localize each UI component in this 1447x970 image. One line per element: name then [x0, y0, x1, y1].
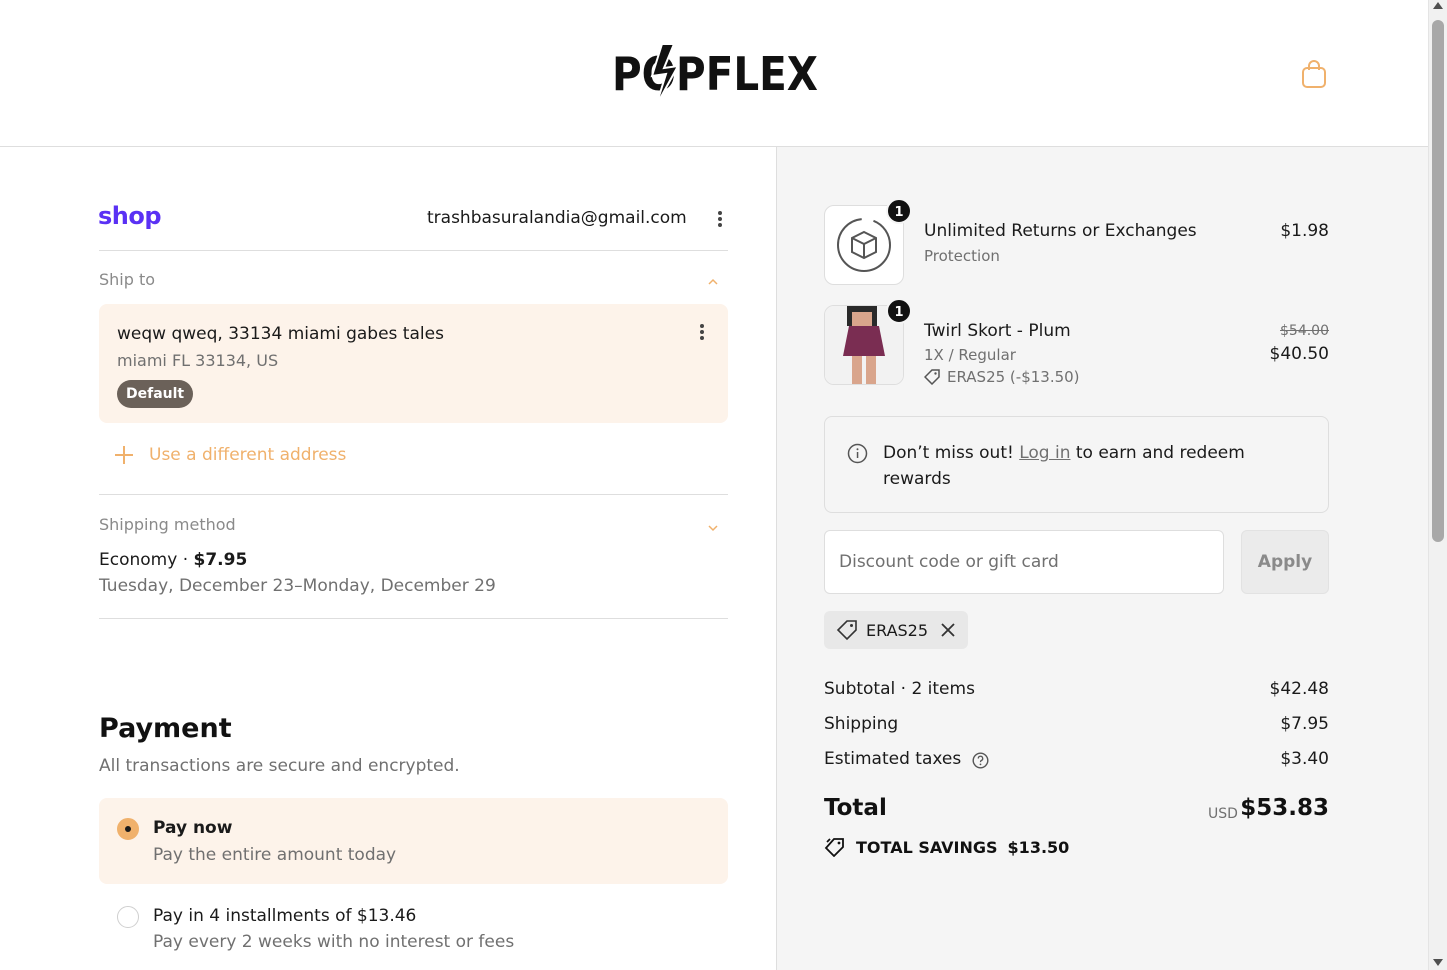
tags-icon — [824, 838, 844, 857]
order-summary: 1 Unlimited Returns or Exchanges Protect… — [777, 147, 1428, 970]
login-link[interactable]: Log in — [1019, 443, 1070, 463]
shopping-bag-icon — [1302, 60, 1326, 88]
account-email: trashbasuralandia@gmail.com — [427, 208, 687, 228]
pay-installments-title: Pay in 4 installments of $13.46 — [153, 906, 417, 926]
pay-installments-desc: Pay every 2 weeks with no interest or fe… — [153, 932, 515, 952]
item-discount-text: ERAS25 (-$13.50) — [947, 368, 1080, 386]
logo-text: POPFLEX — [612, 47, 818, 101]
shipping-label: Shipping — [824, 714, 899, 734]
divider — [99, 494, 728, 495]
item-name: Twirl Skort - Plum — [924, 321, 1071, 341]
applied-discount-code: ERAS25 — [866, 620, 929, 640]
pay-installments-radio[interactable] — [117, 906, 139, 928]
subtotal-label: Subtotal · 2 items — [824, 679, 975, 699]
pay-now-desc: Pay the entire amount today — [153, 845, 397, 865]
payment-subtitle: All transactions are secure and encrypte… — [99, 756, 460, 776]
savings-value: $13.50 — [1007, 837, 1070, 857]
rewards-banner: Don’t miss out! Log in to earn and redee… — [824, 416, 1329, 513]
applied-discount-chip: ERAS25 — [824, 611, 969, 649]
tag-icon — [836, 620, 857, 641]
item-subtitle: Protection — [924, 247, 1000, 265]
use-different-address-link[interactable]: Use a different address — [114, 443, 346, 467]
help-icon[interactable] — [972, 752, 989, 769]
item-original-price: $54.00 — [1280, 323, 1329, 339]
chevron-down-icon[interactable] — [708, 523, 718, 533]
quantity-badge: 1 — [886, 198, 912, 224]
site-header: POPFLEX — [0, 0, 1428, 147]
divider — [99, 250, 728, 251]
scroll-down-arrow-icon[interactable] — [1433, 959, 1443, 966]
pay-now-option[interactable]: Pay now Pay the entire amount today — [99, 798, 728, 884]
total-savings: TOTAL SAVINGS $13.50 — [824, 837, 1069, 857]
item-variant: 1X / Regular — [924, 346, 1016, 364]
scroll-up-arrow-icon[interactable] — [1433, 2, 1443, 9]
divider — [99, 618, 728, 619]
shipping-value: $7.95 — [1280, 714, 1329, 734]
shipping-method-name: Economy · — [99, 550, 194, 570]
apply-discount-button[interactable]: Apply — [1241, 530, 1329, 594]
cart-item: 1 Twirl Skort - Plum 1X / Regular ERAS25… — [824, 298, 1329, 386]
use-different-address-label: Use a different address — [149, 445, 347, 465]
address-line1: weqw qweq, 33134 miami gabes tales — [117, 324, 444, 344]
pay-installments-option[interactable]: Pay in 4 installments of $13.46 Pay ever… — [99, 888, 728, 968]
shipping-method-price: $7.95 — [193, 550, 248, 570]
shipping-method-value: Economy · $7.95 — [99, 550, 247, 570]
item-name: Unlimited Returns or Exchanges — [924, 221, 1197, 241]
total-currency: USD — [1208, 806, 1238, 822]
pay-now-title: Pay now — [153, 818, 233, 838]
rewards-prefix: Don’t miss out! — [883, 443, 1020, 463]
taxes-value: $3.40 — [1280, 749, 1329, 769]
page-scrollbar[interactable] — [1428, 0, 1447, 970]
shipping-method-label: Shipping method — [99, 515, 236, 534]
payment-title: Payment — [99, 713, 232, 744]
quantity-badge: 1 — [886, 298, 912, 324]
item-discount: ERAS25 (-$13.50) — [924, 368, 1080, 386]
ship-to-label: Ship to — [99, 270, 156, 289]
total-label: Total — [824, 795, 887, 821]
pay-now-radio[interactable] — [117, 818, 139, 840]
popflex-logo[interactable]: POPFLEX — [612, 38, 818, 108]
default-badge: Default — [117, 380, 194, 408]
rewards-text: Don’t miss out! Log in to earn and redee… — [883, 440, 1303, 492]
account-menu-button[interactable] — [717, 211, 723, 229]
cart-item: 1 Unlimited Returns or Exchanges Protect… — [824, 198, 1329, 285]
close-icon[interactable] — [940, 622, 956, 638]
savings-label: TOTAL SAVINGS — [856, 837, 998, 857]
selected-address-card[interactable]: weqw qweq, 33134 miami gabes tales miami… — [99, 304, 728, 423]
cart-button[interactable] — [1298, 57, 1330, 91]
address-line2: miami FL 33134, US — [117, 351, 279, 370]
shop-pay-logo: shop — [98, 202, 162, 230]
scrollbar-thumb[interactable] — [1432, 20, 1444, 542]
item-price: $1.98 — [1280, 221, 1329, 241]
item-price: $40.50 — [1269, 344, 1329, 364]
taxes-label: Estimated taxes — [824, 749, 962, 769]
discount-code-input[interactable] — [824, 530, 1224, 594]
subtotal-value: $42.48 — [1269, 679, 1329, 699]
plus-icon — [114, 445, 134, 465]
info-icon — [847, 443, 868, 464]
tag-icon — [924, 369, 940, 385]
total-value: $53.83 — [1240, 795, 1329, 821]
checkout-form: shop trashbasuralandia@gmail.com Ship to… — [0, 147, 777, 970]
address-menu-button[interactable] — [699, 324, 705, 342]
shipping-dates: Tuesday, December 23–Monday, December 29 — [99, 576, 496, 596]
chevron-up-icon[interactable] — [708, 277, 718, 287]
